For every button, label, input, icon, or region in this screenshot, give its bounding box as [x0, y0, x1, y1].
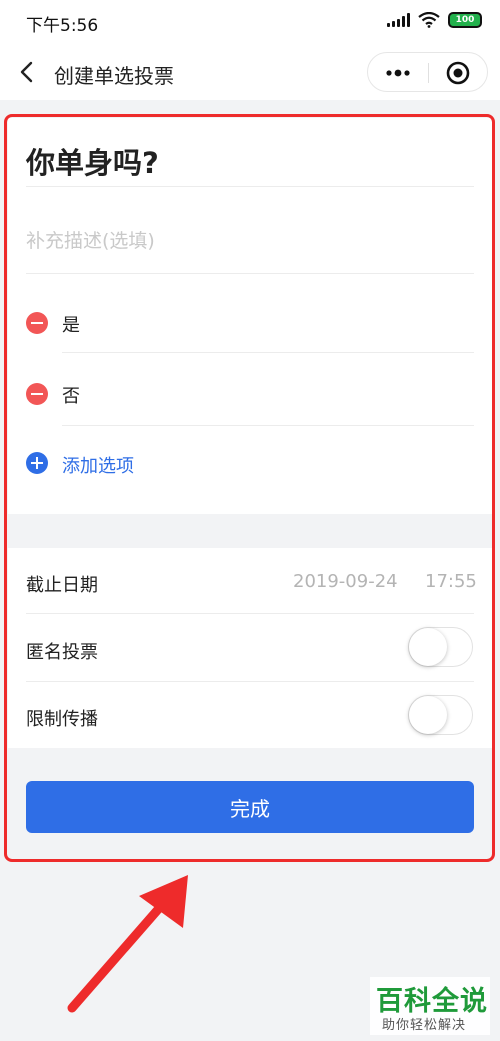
restrict-share-label: 限制传播 [26, 709, 98, 730]
battery-icon: 100 [448, 12, 482, 28]
restrict-share-toggle[interactable] [408, 695, 473, 735]
nav-bar: 创建单选投票 [0, 44, 500, 100]
remove-option-icon[interactable] [26, 312, 48, 334]
back-arrow-icon[interactable] [14, 58, 42, 86]
vote-title[interactable]: 你单身吗? [26, 140, 159, 182]
option-divider [62, 352, 474, 353]
watermark-subtitle: 助你轻松解决 [382, 1018, 467, 1033]
anonymous-vote-label: 匿名投票 [26, 642, 98, 663]
red-arrow-annotation [67, 875, 188, 1013]
remove-option-icon[interactable] [26, 383, 48, 405]
option-label[interactable]: 否 [62, 382, 80, 408]
deadline-time[interactable]: 17:55 [425, 571, 477, 592]
toggle-knob [409, 628, 447, 666]
close-mini-program-icon[interactable] [446, 61, 470, 85]
title-divider [26, 186, 474, 187]
more-icon[interactable] [384, 64, 412, 82]
option-label[interactable]: 是 [62, 311, 80, 337]
add-option-icon[interactable] [26, 452, 48, 474]
description-divider [26, 273, 474, 274]
watermark-title: 百科全说 [376, 986, 488, 1017]
settings-divider [26, 613, 474, 614]
description-input[interactable] [26, 226, 474, 256]
status-bar: 下午5:56 100 [0, 0, 500, 44]
option-divider [62, 425, 474, 426]
settings-divider [26, 681, 474, 682]
mini-program-capsule [367, 52, 488, 92]
capsule-divider [428, 63, 429, 83]
page-title: 创建单选投票 [54, 64, 174, 88]
status-icons: 100 [387, 12, 482, 28]
status-time: 下午5:56 [26, 16, 99, 36]
signal-icon [387, 13, 410, 27]
wifi-icon [418, 12, 440, 28]
watermark: 百科全说 助你轻松解决 [370, 977, 490, 1035]
add-option-button[interactable]: 添加选项 [62, 452, 134, 478]
done-button[interactable]: 完成 [26, 781, 474, 833]
deadline-date[interactable]: 2019-09-24 [293, 571, 398, 592]
toggle-knob [409, 696, 447, 734]
anonymous-vote-toggle[interactable] [408, 627, 473, 667]
deadline-label: 截止日期 [26, 575, 98, 596]
